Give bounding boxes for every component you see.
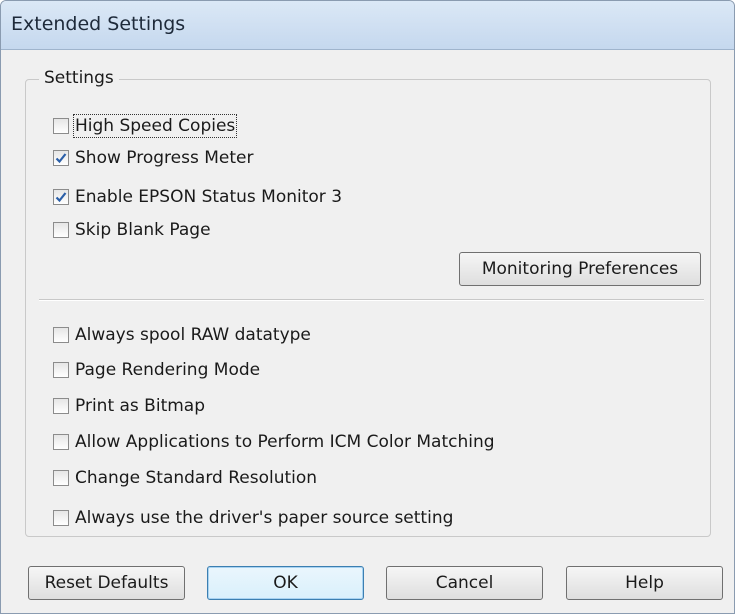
option-label: High Speed Copies [72,114,238,138]
checkbox-change-standard-resolution[interactable] [53,470,69,486]
help-button[interactable]: Help [566,566,723,600]
option-label: Always use the driver's paper source set… [75,508,454,528]
dialog-title: Extended Settings [11,13,186,35]
option-page-rendering-mode[interactable]: Page Rendering Mode [53,357,260,383]
option-label: Change Standard Resolution [75,468,318,488]
option-enable-status-monitor[interactable]: Enable EPSON Status Monitor 3 [53,184,342,210]
checkbox-icm-color-matching[interactable] [53,434,69,450]
checkbox-show-progress-meter[interactable] [53,150,69,166]
checkbox-print-as-bitmap[interactable] [53,398,69,414]
option-show-progress-meter[interactable]: Show Progress Meter [53,145,253,171]
option-change-standard-resolution[interactable]: Change Standard Resolution [53,465,317,491]
checkmark-icon [55,192,67,203]
checkbox-driver-paper-source[interactable] [53,510,69,526]
ok-button[interactable]: OK [207,566,364,600]
option-label: Always spool RAW datatype [75,325,311,345]
option-print-as-bitmap[interactable]: Print as Bitmap [53,393,205,419]
option-driver-paper-source[interactable]: Always use the driver's paper source set… [53,505,453,531]
option-skip-blank-page[interactable]: Skip Blank Page [53,217,211,243]
option-icm-color-matching[interactable]: Allow Applications to Perform ICM Color … [53,429,495,455]
option-label: Enable EPSON Status Monitor 3 [75,187,343,207]
checkmark-icon [55,153,67,164]
option-label: Skip Blank Page [75,220,211,240]
cancel-button[interactable]: Cancel [386,566,543,600]
section-divider [39,299,704,301]
checkbox-enable-status-monitor[interactable] [53,189,69,205]
checkbox-page-rendering-mode[interactable] [53,362,69,378]
extended-settings-dialog: Extended Settings Settings High Speed Co… [0,0,735,614]
option-label: Show Progress Meter [75,148,254,168]
checkbox-always-spool-raw[interactable] [53,327,69,343]
monitoring-preferences-button[interactable]: Monitoring Preferences [459,252,701,286]
checkbox-skip-blank-page[interactable] [53,222,69,238]
option-label: Allow Applications to Perform ICM Color … [75,432,495,452]
checkbox-high-speed-copies[interactable] [53,118,69,134]
option-label: Page Rendering Mode [75,360,261,380]
option-high-speed-copies[interactable]: High Speed Copies [53,113,238,139]
option-always-spool-raw[interactable]: Always spool RAW datatype [53,322,311,348]
reset-defaults-button[interactable]: Reset Defaults [28,566,185,600]
settings-group-label: Settings [39,68,119,88]
title-bar[interactable]: Extended Settings [1,1,734,50]
option-label: Print as Bitmap [75,396,206,416]
